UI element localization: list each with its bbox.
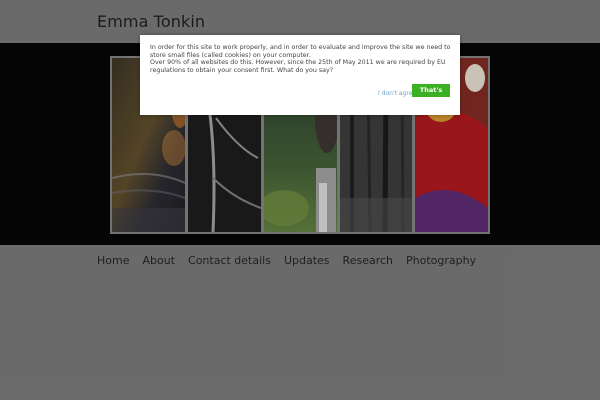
- decline-cookies-link[interactable]: I don't agree: [378, 90, 416, 97]
- cookie-message: In order for this site to work properly,…: [150, 44, 455, 75]
- accept-cookies-button[interactable]: That's fine: [412, 84, 450, 107]
- cookie-message-line-1: In order for this site to work properly,…: [150, 44, 451, 59]
- cookie-message-line-2: Over 90% of all websites do this. Howeve…: [150, 59, 446, 75]
- cookie-consent-dialog: In order for this site to work properly,…: [140, 35, 460, 115]
